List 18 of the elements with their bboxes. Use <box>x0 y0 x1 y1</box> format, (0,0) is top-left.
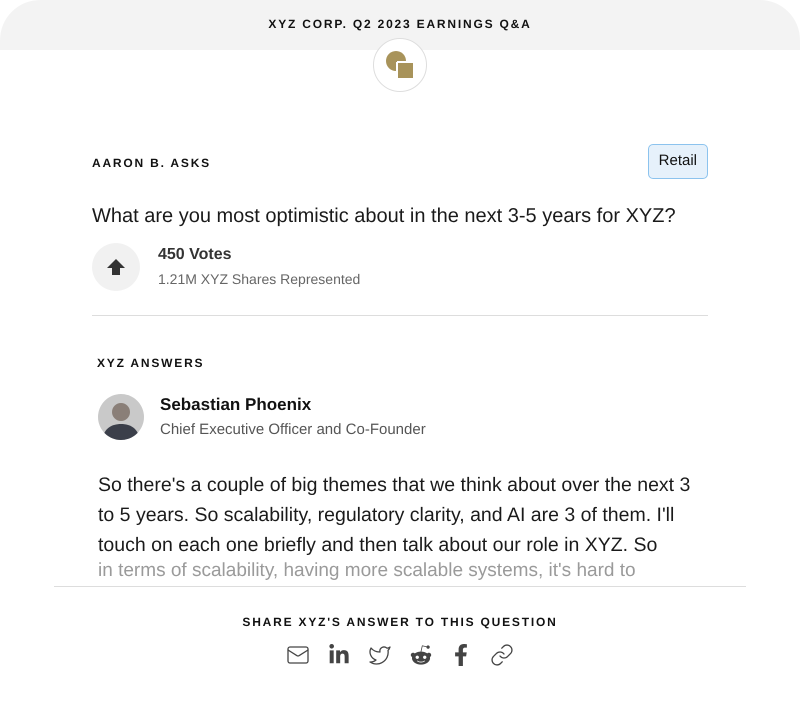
share-title: SHARE XYZ'S ANSWER TO THIS QUESTION <box>242 614 558 630</box>
link-icon <box>490 642 514 666</box>
answerer-role: Chief Executive Officer and Co-Founder <box>160 420 426 440</box>
linkedin-icon <box>328 644 350 666</box>
asker-label: AARON B. ASKS <box>92 155 211 172</box>
vote-count: 450 Votes <box>158 245 233 265</box>
answerer-name: Sebastian Phoenix <box>160 394 312 416</box>
avatar <box>98 394 144 440</box>
answers-label: XYZ ANSWERS <box>97 354 206 372</box>
retail-tag: Retail <box>648 144 708 178</box>
reddit-icon <box>410 644 432 666</box>
up-arrow-icon <box>107 258 125 276</box>
shares-represented: 1.21M XYZ Shares Represented <box>158 270 360 289</box>
page-title: XYZ CORP. Q2 2023 EARNINGS Q&A <box>268 16 532 33</box>
answer-text-faded: in terms of scalability, having more scalable systems, it's hard to <box>98 560 637 582</box>
upvote-button[interactable] <box>92 242 140 290</box>
question-text: What are you most optimistic about in the next 3-5 years for XYZ? <box>92 204 677 228</box>
answer-text: So there's a couple of big themes that we think about over the next 3 to 5 years. So scalability, regulatory clarity, and AI are 3 of them. I'll touch on each one briefly and then talk about our role in XYZ. So <box>98 472 692 558</box>
